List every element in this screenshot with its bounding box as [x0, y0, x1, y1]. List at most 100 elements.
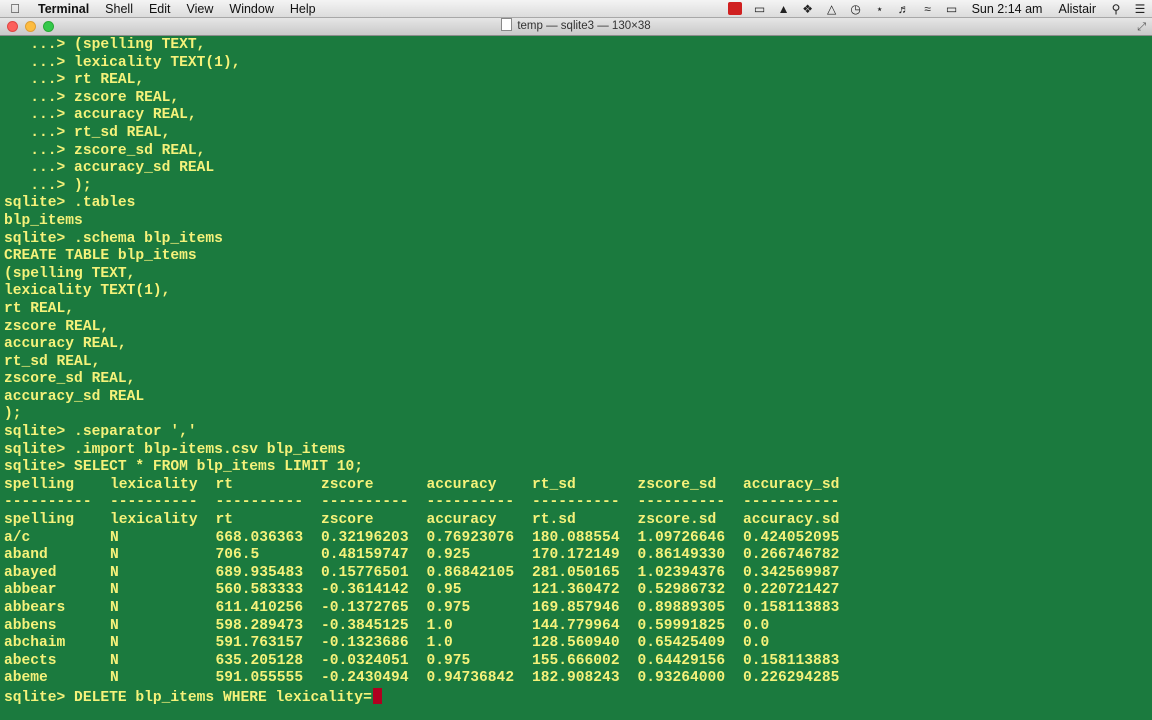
table-cell: ---------- — [532, 494, 620, 511]
menu-app-terminal[interactable]: Terminal — [30, 0, 97, 18]
table-cell: 128.560940 — [532, 635, 620, 652]
table-cell: 0.65425409 — [637, 635, 726, 652]
table-cell: 0.158113883 — [743, 600, 840, 616]
table-row: a/c N 668.036363 0.32196203 0.76923076 180.08… — [4, 530, 1152, 548]
command-input[interactable]: sqlite> DELETE blp_items WHERE lexicalit… — [4, 690, 372, 706]
table-cell: 0.975 — [426, 652, 471, 669]
airplay-icon[interactable]: ▭ — [748, 0, 772, 18]
terminal-output[interactable]: ...> (spelling TEXT, ...> lexicality TEX… — [4, 36, 1152, 720]
table-cell: 155.666002 — [532, 652, 620, 669]
recording-icon[interactable] — [727, 2, 742, 15]
menu-edit[interactable]: Edit — [141, 0, 179, 18]
table-cell: 0.975 — [426, 600, 471, 616]
text-cursor — [372, 687, 382, 704]
table-cell: 598.289473 — [215, 617, 304, 634]
dropbox-icon[interactable]: ❖ — [796, 0, 820, 18]
drive-icon[interactable]: △ — [820, 0, 844, 18]
table-cell: 170.172149 — [532, 547, 620, 564]
table-cell: 0.94736842 — [426, 670, 515, 687]
table-cell: 0.15776501 — [321, 564, 409, 581]
table-cell: -0.0324051 — [321, 652, 409, 669]
table-cell: abbears — [4, 600, 66, 616]
table-cell: 0.266746782 — [743, 547, 840, 564]
terminal-line: accuracy_sd REAL — [4, 388, 145, 405]
table-header-row: spelling lexicality rt zscore accuracy rt_sd z… — [4, 477, 1152, 495]
table-row: abeme N 591.055555 -0.2430494 0.94736842 182.… — [4, 670, 1152, 688]
terminal-line: zscore REAL, — [4, 318, 110, 335]
terminal-line: rt REAL, — [4, 300, 75, 317]
table-cell: 706.5 — [215, 547, 260, 564]
menu-view[interactable]: View — [179, 0, 222, 18]
menu-clock[interactable]: Sun 2:14 am — [964, 0, 1051, 18]
table-cell: -0.3845125 — [321, 617, 409, 634]
table-cell: 281.050165 — [532, 564, 620, 581]
window-title-bar[interactable]: temp — sqlite3 — 130×38 ⤢ — [0, 18, 1152, 36]
wifi-icon[interactable]: ≈ — [916, 0, 940, 18]
table-cell: 180.088554 — [532, 529, 620, 546]
table-cell: zscore.sd — [637, 512, 717, 529]
table-cell: -0.1372765 — [321, 600, 409, 616]
table-cell: spelling — [4, 512, 75, 529]
table-cell: ---------- — [110, 494, 198, 511]
table-cell: 591.763157 — [215, 635, 304, 652]
table-cell: 635.205128 — [215, 652, 304, 669]
table-cell: 0.32196203 — [321, 529, 409, 546]
table-cell: 0.226294285 — [743, 670, 840, 687]
table-cell: -0.1323686 — [321, 635, 409, 652]
table-cell: -0.3614142 — [321, 582, 409, 599]
menu-window[interactable]: Window — [221, 0, 281, 18]
table-cell: 0.342569987 — [743, 564, 840, 581]
table-cell: N — [110, 670, 119, 687]
table-cell: abchaim — [4, 635, 66, 652]
table-cell: 1.09726646 — [637, 529, 726, 546]
terminal-line: ...> accuracy_sd REAL — [4, 160, 215, 177]
table-cell: ---------- — [4, 494, 92, 511]
bluetooth-icon[interactable]: ⋆ — [868, 0, 892, 18]
notification-icon[interactable]: ▲ — [772, 0, 796, 18]
table-divider-row: ---------- ---------- ---------- ----------… — [4, 494, 1152, 512]
table-cell: 0.86842105 — [426, 564, 515, 581]
table-cell: 0.64429156 — [637, 652, 726, 669]
table-cell: N — [110, 564, 119, 581]
menu-shell[interactable]: Shell — [97, 0, 141, 18]
table-cell: 0.59991825 — [637, 617, 726, 634]
fullscreen-icon[interactable]: ⤢ — [1137, 21, 1146, 34]
menu-help[interactable]: Help — [282, 0, 324, 18]
table-cell: 0.0 — [743, 635, 770, 652]
apple-icon[interactable]:  — [0, 1, 30, 16]
table-row: abects N 635.205128 -0.0324051 0.975 155.6660… — [4, 653, 1152, 671]
terminal-line: zscore_sd REAL, — [4, 371, 136, 388]
menu-bar:  Terminal Shell Edit View Window Help ▭… — [0, 0, 1152, 18]
terminal-line: ...> accuracy REAL, — [4, 107, 197, 124]
table-row: abbens N 598.289473 -0.3845125 1.0 144.779964… — [4, 618, 1152, 636]
table-cell: 0.0 — [743, 617, 770, 634]
volume-icon[interactable]: ♬ — [892, 0, 916, 18]
table-cell: 0.48159747 — [321, 547, 409, 564]
command-prompt-line[interactable]: sqlite> DELETE blp_items WHERE lexicalit… — [4, 687, 1152, 706]
table-cell: 0.95 — [426, 582, 462, 599]
table-row: spelling lexicality rt zscore accuracy rt.sd z… — [4, 512, 1152, 530]
table-cell: abects — [4, 652, 57, 669]
terminal-line: ); — [4, 406, 22, 423]
table-cell: 591.055555 — [215, 670, 304, 687]
table-row: abbear N 560.583333 -0.3614142 0.95 121.36047… — [4, 582, 1152, 600]
table-cell: 560.583333 — [215, 582, 304, 599]
table-cell: accuracy — [426, 512, 497, 529]
search-icon[interactable]: ⚲ — [1104, 0, 1128, 18]
table-cell: lexicality — [110, 476, 198, 493]
table-cell: 0.86149330 — [637, 547, 726, 564]
table-cell: N — [110, 635, 119, 652]
table-cell: ---------- — [637, 494, 726, 511]
table-cell: 0.76923076 — [426, 529, 515, 546]
table-cell: N — [110, 529, 119, 546]
battery-icon[interactable]: ▭ — [940, 0, 964, 18]
window-title-text: temp — sqlite3 — 130×38 — [517, 20, 651, 32]
table-row: abbears N 611.410256 -0.1372765 0.975 169.857… — [4, 600, 1152, 618]
menu-user[interactable]: Alistair — [1050, 0, 1104, 18]
table-cell: 1.0 — [426, 635, 453, 652]
table-cell: 689.935483 — [215, 564, 304, 581]
table-row: aband N 706.5 0.48159747 0.925 170.172149 0.86… — [4, 547, 1152, 565]
table-cell: 0.220721427 — [743, 582, 840, 599]
list-icon[interactable]: ☰ — [1128, 0, 1152, 18]
time-machine-icon[interactable]: ◷ — [844, 0, 868, 18]
